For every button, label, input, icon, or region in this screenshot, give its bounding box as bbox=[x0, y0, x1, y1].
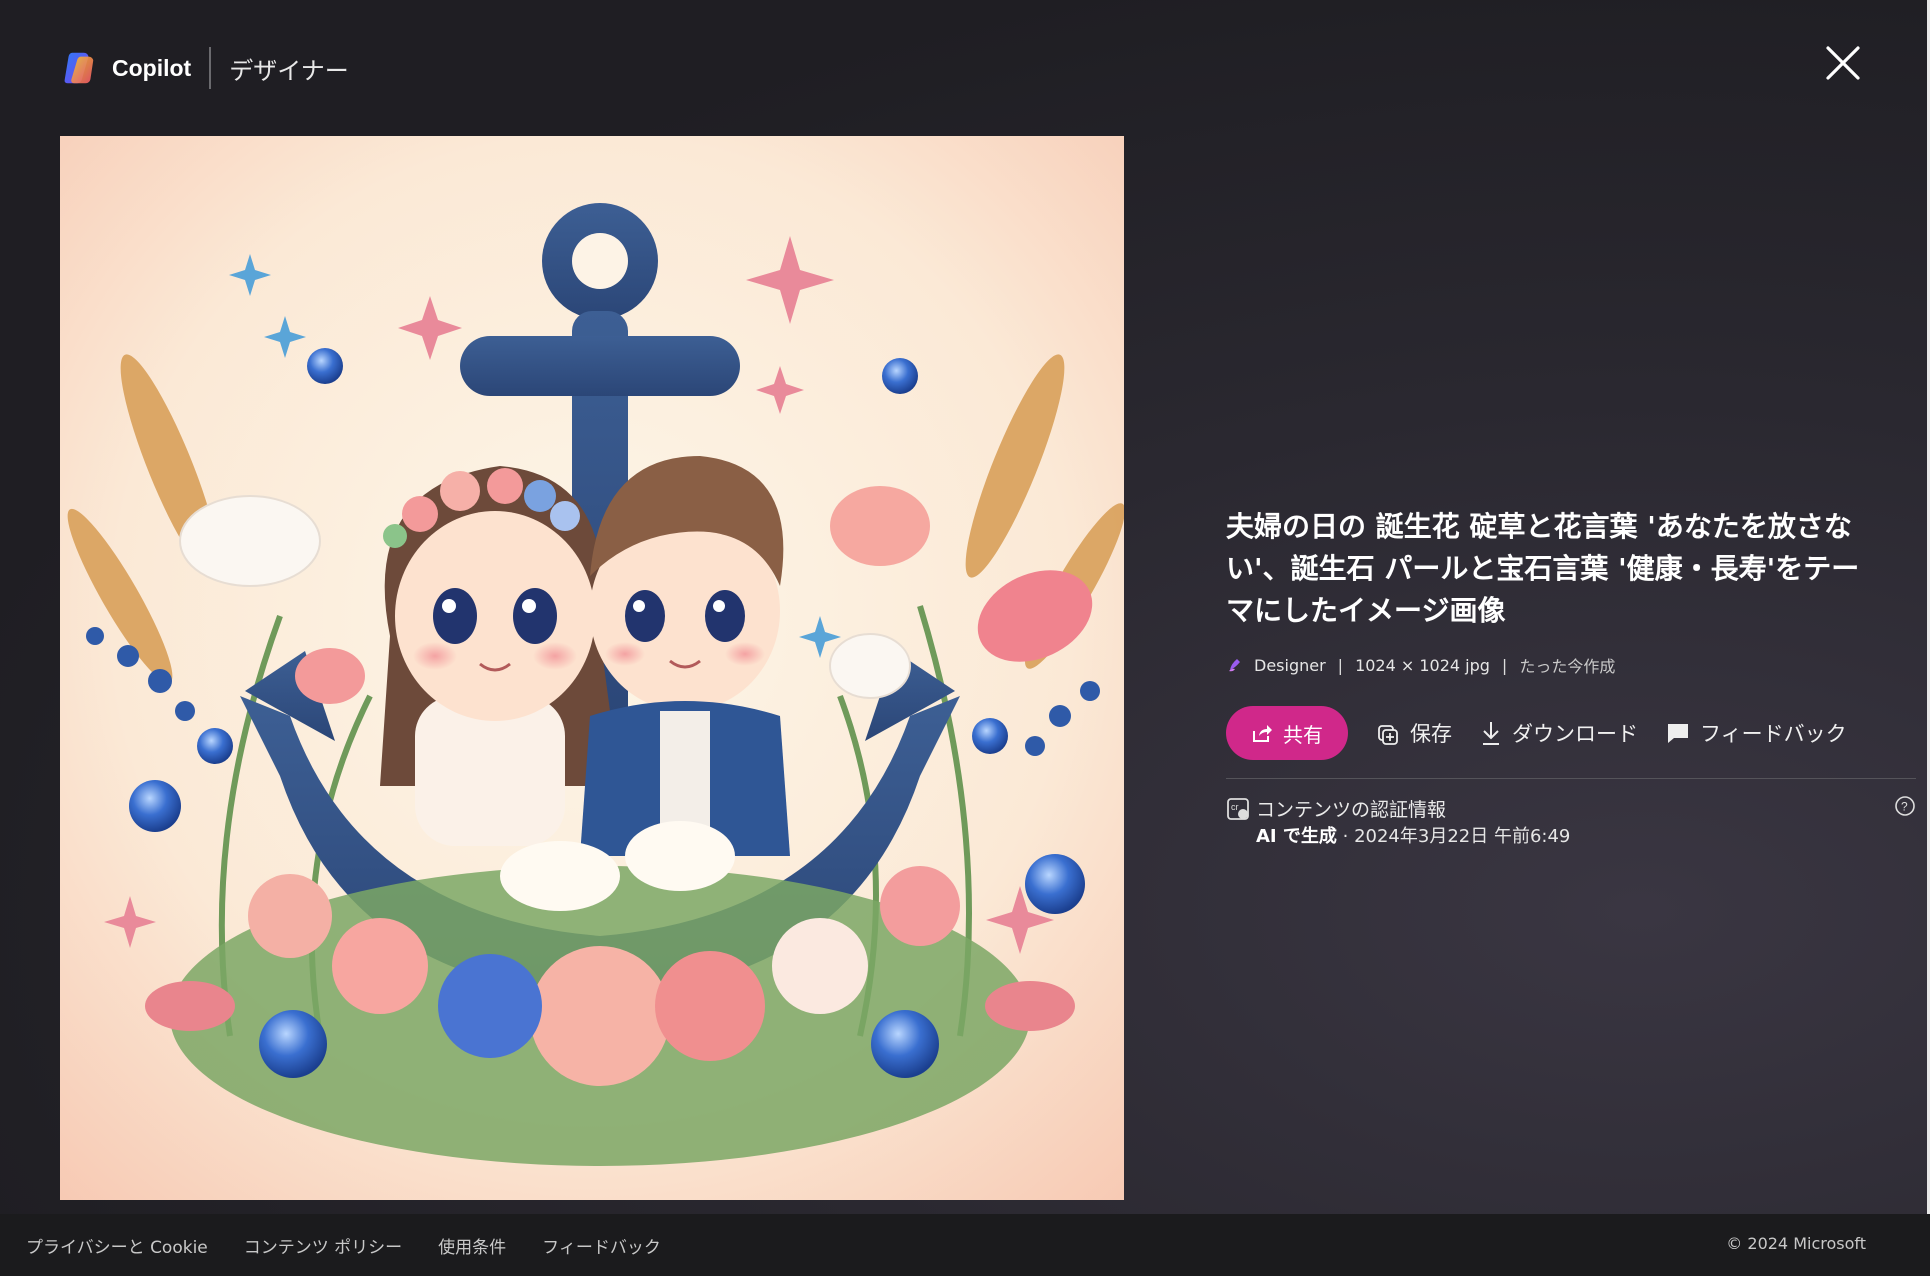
product-name: デザイナー bbox=[229, 56, 349, 85]
meta-created: たった今作成 bbox=[1519, 657, 1616, 676]
footer-link-content-policy[interactable]: コンテンツ ポリシー bbox=[244, 1233, 402, 1258]
ai-generated-label: AI で生成 bbox=[1256, 826, 1337, 847]
meta-separator: | bbox=[1337, 655, 1344, 675]
image-title: 夫婦の日の 誕生花 碇草と花言葉 'あなたを放さない'、誕生石 パールと宝石言葉… bbox=[1226, 510, 1860, 627]
help-icon[interactable]: ? bbox=[1894, 795, 1916, 817]
svg-text:cr: cr bbox=[1231, 802, 1239, 812]
action-bar: 共有 保存 ダウンロード フィードバック bbox=[1226, 706, 1896, 760]
image-meta: Designer | 1024 × 1024 jpg | たった今作成 bbox=[1226, 654, 1896, 676]
close-icon[interactable] bbox=[1822, 42, 1864, 84]
credentials-title: コンテンツの認証情報 bbox=[1256, 799, 1447, 821]
content-credentials-icon: cr bbox=[1227, 798, 1249, 820]
save-label: 保存 bbox=[1410, 722, 1452, 746]
meta-app: Designer bbox=[1254, 655, 1326, 675]
designer-icon bbox=[1229, 659, 1240, 672]
brand-separator bbox=[209, 47, 212, 89]
copyright: © 2024 Microsoft bbox=[1726, 1234, 1866, 1253]
credentials-detail: AI で生成 · 2024年3月22日 午前6:49 bbox=[1256, 822, 1570, 848]
brand-name: Copilot bbox=[112, 54, 192, 81]
footer-link-privacy[interactable]: プライバシーと Cookie bbox=[26, 1233, 208, 1258]
feedback-button[interactable]: フィードバック bbox=[1666, 718, 1847, 748]
footer-links: プライバシーと Cookie コンテンツ ポリシー 使用条件 フィードバック bbox=[26, 1233, 697, 1258]
footer-link-feedback[interactable]: フィードバック bbox=[542, 1233, 661, 1258]
share-label: 共有 bbox=[1283, 722, 1323, 747]
save-button[interactable]: 保存 bbox=[1376, 718, 1452, 748]
viewer-stage: Copilot デザイナー 夫婦の日の 誕生花 碇草と花言葉 'あなたを放さない… bbox=[0, 0, 1930, 1214]
brand-header: Copilot デザイナー bbox=[60, 46, 349, 90]
panel-divider bbox=[1226, 778, 1916, 779]
credentials-date: · 2024年3月22日 午前6:49 bbox=[1336, 826, 1571, 847]
download-icon bbox=[1483, 722, 1499, 745]
content-credentials: cr コンテンツの認証情報 AI で生成 · 2024年3月22日 午前6:49… bbox=[1226, 795, 1915, 855]
copilot-logo-icon bbox=[64, 52, 94, 84]
feedback-label: フィードバック bbox=[1700, 722, 1847, 746]
image-details-panel: 夫婦の日の 誕生花 碇草と花言葉 'あなたを放さない'、誕生石 パールと宝石言葉… bbox=[1226, 506, 1916, 855]
footer-link-terms[interactable]: 使用条件 bbox=[438, 1233, 506, 1258]
download-label: ダウンロード bbox=[1512, 722, 1638, 746]
meta-size: 1024 × 1024 jpg bbox=[1355, 655, 1490, 675]
svg-text:?: ? bbox=[1901, 800, 1908, 814]
save-collection-icon bbox=[1378, 725, 1398, 745]
share-icon bbox=[1253, 725, 1272, 742]
share-button[interactable]: 共有 bbox=[1226, 706, 1348, 760]
download-button[interactable]: ダウンロード bbox=[1480, 718, 1638, 748]
feedback-icon bbox=[1668, 724, 1688, 743]
generated-image[interactable] bbox=[60, 136, 1124, 1200]
meta-separator: | bbox=[1501, 655, 1508, 675]
footer: プライバシーと Cookie コンテンツ ポリシー 使用条件 フィードバック ©… bbox=[0, 1214, 1930, 1276]
